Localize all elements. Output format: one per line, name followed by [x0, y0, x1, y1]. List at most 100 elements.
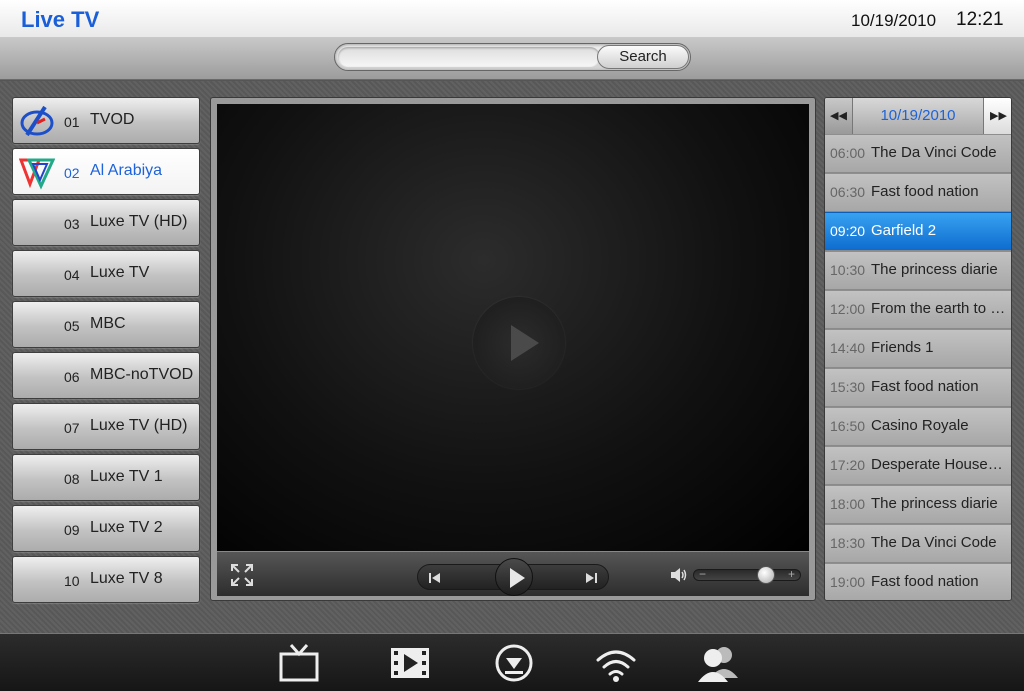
channel-item[interactable]: 10 Luxe TV 8: [12, 556, 200, 603]
video-player: − +: [210, 97, 816, 601]
movies-icon[interactable]: [388, 642, 432, 684]
program-guide: ◀◀ 10/19/2010 ▶▶ 06:00 The Da Vinci Code 0…: [824, 97, 1012, 601]
channel-item[interactable]: 07 Luxe TV (HD): [12, 403, 200, 450]
search-bar: Search: [0, 38, 1024, 80]
fast-forward-icon[interactable]: ▶▶: [983, 98, 1011, 134]
program-title: Fast food nation: [871, 573, 979, 590]
channel-item[interactable]: 05 MBC: [12, 301, 200, 348]
channel-name: Luxe TV: [90, 264, 150, 281]
program-guide-date: 10/19/2010: [880, 107, 956, 124]
program-row[interactable]: 17:20 Desperate Housewives: [825, 446, 1011, 484]
program-time: 09:20: [830, 223, 866, 239]
channel-item[interactable]: 08 Luxe TV 1: [12, 454, 200, 501]
channel-number: 01: [64, 114, 80, 130]
volume-knob[interactable]: [757, 566, 775, 584]
search-box: Search: [334, 43, 691, 71]
play-icon[interactable]: [473, 297, 565, 389]
program-title: Desperate Housewives: [871, 456, 1009, 473]
search-button[interactable]: Search: [597, 45, 689, 69]
channel-item[interactable]: 06 MBC-noTVOD: [12, 352, 200, 399]
program-row[interactable]: 10:30 The princess diarie: [825, 251, 1011, 289]
program-row[interactable]: 06:00 The Da Vinci Code: [825, 134, 1011, 172]
rewind-icon[interactable]: ◀◀: [825, 98, 853, 134]
channel-name: Luxe TV (HD): [90, 213, 188, 230]
channel-name: MBC: [90, 315, 126, 332]
channel-number: 02: [64, 165, 80, 181]
current-date: 10/19/2010: [851, 11, 937, 30]
transport-controls: [417, 558, 609, 596]
program-guide-header: ◀◀ 10/19/2010 ▶▶: [825, 98, 1011, 134]
title-bar: Live TV 10/19/2010 12:21: [0, 0, 1024, 38]
channel-name: MBC-noTVOD: [90, 366, 194, 383]
program-row[interactable]: 16:50 Casino Royale: [825, 407, 1011, 445]
program-time: 06:00: [830, 145, 866, 161]
channel-name: Luxe TV 1: [90, 468, 163, 485]
current-time: 12:21: [956, 9, 1004, 30]
wifi-icon[interactable]: [594, 642, 638, 684]
users-icon[interactable]: [696, 642, 740, 684]
program-time: 15:30: [830, 379, 866, 395]
program-time: 06:30: [830, 184, 866, 200]
channel-number: 05: [64, 318, 80, 334]
program-title: The princess diarie: [871, 261, 998, 278]
channel-item[interactable]: 04 Luxe TV: [12, 250, 200, 297]
channel-name: TVOD: [90, 111, 135, 128]
program-time: 16:50: [830, 418, 866, 434]
program-title: Casino Royale: [871, 417, 969, 434]
channel-item[interactable]: 03 Luxe TV (HD): [12, 199, 200, 246]
channel-name: Al Arabiya: [90, 162, 163, 179]
program-row[interactable]: 19:00 Fast food nation: [825, 563, 1011, 600]
channel-name: Luxe TV 8: [90, 570, 163, 587]
player-controls: − +: [217, 552, 809, 596]
program-title: The Da Vinci Code: [871, 534, 997, 551]
program-row[interactable]: 18:30 The Da Vinci Code: [825, 524, 1011, 562]
al-arabiya-logo-icon: [18, 154, 56, 190]
channel-number: 06: [64, 369, 80, 385]
program-time: 19:00: [830, 574, 866, 590]
program-row[interactable]: 18:00 The princess diarie: [825, 485, 1011, 523]
next-icon[interactable]: [584, 571, 598, 585]
program-title: Friends 1: [871, 339, 934, 356]
previous-icon[interactable]: [428, 571, 442, 585]
download-icon[interactable]: [492, 642, 536, 684]
program-title: The princess diarie: [871, 495, 998, 512]
channel-item[interactable]: 02 Al Arabiya: [12, 148, 200, 195]
program-title: Fast food nation: [871, 183, 979, 200]
bottom-dock: [0, 633, 1024, 691]
channel-item[interactable]: 09 Luxe TV 2: [12, 505, 200, 552]
search-input[interactable]: [338, 47, 600, 67]
program-row[interactable]: 15:30 Fast food nation: [825, 368, 1011, 406]
channel-item[interactable]: 01 TVOD: [12, 97, 200, 144]
channel-number: 07: [64, 420, 80, 436]
volume-icon[interactable]: [669, 566, 689, 584]
volume-minus-icon: −: [699, 567, 707, 581]
program-row[interactable]: 14:40 Friends 1: [825, 329, 1011, 367]
channel-number: 04: [64, 267, 80, 283]
live-tv-icon[interactable]: [277, 642, 321, 684]
program-title: The Da Vinci Code: [871, 144, 997, 161]
program-time: 17:20: [830, 457, 866, 473]
page-title: Live TV: [21, 7, 100, 32]
program-row[interactable]: 09:20 Garfield 2: [825, 212, 1011, 250]
channel-name: Luxe TV (HD): [90, 417, 188, 434]
program-title: From the earth to the moon: [871, 300, 1009, 317]
channel-number: 10: [64, 573, 80, 589]
program-time: 14:40: [830, 340, 866, 356]
channel-number: 09: [64, 522, 80, 538]
channel-name: Luxe TV 2: [90, 519, 163, 536]
tvod-logo-icon: [19, 103, 55, 139]
program-time: 10:30: [830, 262, 866, 278]
program-row[interactable]: 12:00 From the earth to the moon: [825, 290, 1011, 328]
program-title: Garfield 2: [871, 222, 937, 239]
program-time: 12:00: [830, 301, 866, 317]
channel-number: 08: [64, 471, 80, 487]
program-time: 18:00: [830, 496, 866, 512]
video-screen[interactable]: [217, 104, 809, 552]
fullscreen-icon[interactable]: [229, 562, 255, 588]
program-row[interactable]: 06:30 Fast food nation: [825, 173, 1011, 211]
channel-number: 03: [64, 216, 80, 232]
volume-plus-icon: +: [788, 567, 796, 581]
volume-slider[interactable]: − +: [693, 566, 801, 584]
program-title: Fast food nation: [871, 378, 979, 395]
play-button[interactable]: [495, 558, 533, 596]
